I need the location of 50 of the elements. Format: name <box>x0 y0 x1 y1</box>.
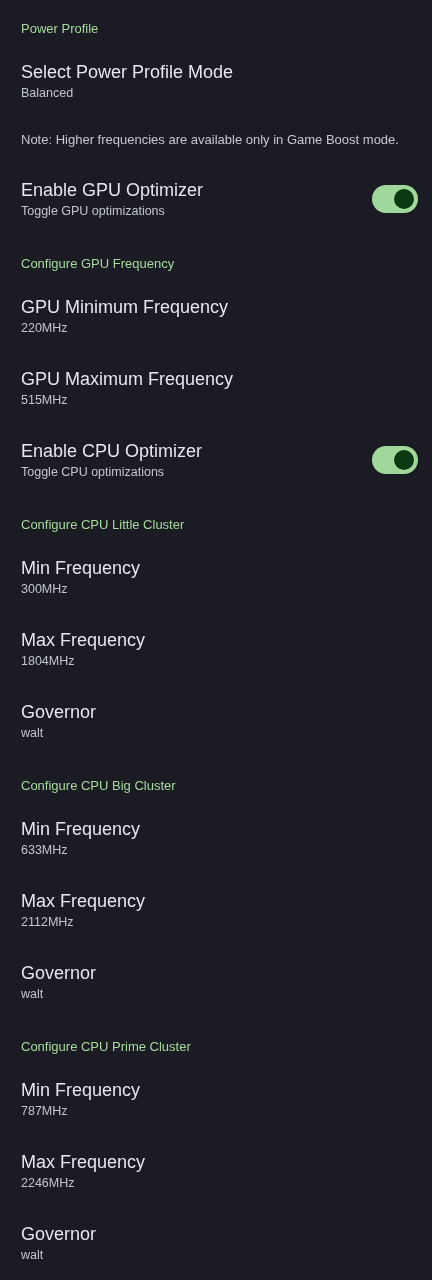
preference-summary: 633MHz <box>21 842 69 859</box>
section-header: Configure CPU Little Cluster <box>20 516 186 534</box>
preference-item[interactable]: Min Frequency 787MHz <box>0 1063 432 1135</box>
preference-summary: 300MHz <box>21 581 69 598</box>
preference-title: Max Frequency <box>21 1151 147 1174</box>
section-header: Configure GPU Frequency <box>20 255 176 273</box>
preference-title: GPU Minimum Frequency <box>21 296 230 319</box>
section-header: Configure CPU Big Cluster <box>20 777 177 795</box>
preference-title: Enable GPU Optimizer <box>21 179 205 202</box>
preference-item[interactable]: Select Power Profile Mode Balanced <box>0 45 432 117</box>
preference-summary: 515MHz <box>21 392 69 409</box>
preference-title: GPU Maximum Frequency <box>21 368 235 391</box>
toggle-switch[interactable] <box>372 446 418 474</box>
preference-title: Max Frequency <box>21 890 147 913</box>
preference-item[interactable]: GPU Minimum Frequency 220MHz <box>0 280 432 352</box>
preference-summary: 1804MHz <box>21 653 76 670</box>
preference-title: Max Frequency <box>21 629 147 652</box>
preference-item[interactable]: Max Frequency 1804MHz <box>0 613 432 685</box>
preference-item[interactable]: Min Frequency 633MHz <box>0 802 432 874</box>
preference-title: Governor <box>21 701 98 724</box>
preference-title: Governor <box>21 962 98 985</box>
preference-summary: Toggle CPU optimizations <box>21 464 166 481</box>
preference-title: Enable CPU Optimizer <box>21 440 204 463</box>
preference-summary: walt <box>21 1247 45 1264</box>
preference-summary: 220MHz <box>21 320 69 337</box>
section-header: Power Profile <box>20 20 100 38</box>
preference-summary: Balanced <box>21 85 75 102</box>
toggle-switch[interactable] <box>372 185 418 213</box>
preference-item[interactable]: Min Frequency 300MHz <box>0 541 432 613</box>
preference-item[interactable]: Max Frequency 2246MHz <box>0 1135 432 1207</box>
preference-summary: 787MHz <box>21 1103 69 1120</box>
preference-title: Governor <box>21 1223 98 1246</box>
preference-summary: Toggle GPU optimizations <box>21 203 166 220</box>
preference-summary: 2112MHz <box>21 914 75 931</box>
preference-title: Min Frequency <box>21 557 142 580</box>
preference-item[interactable]: GPU Maximum Frequency 515MHz <box>0 352 432 424</box>
section-header: Configure CPU Prime Cluster <box>20 1038 192 1056</box>
preference-item[interactable]: Governor walt <box>0 685 432 757</box>
preference-item[interactable]: Governor walt <box>0 1207 432 1279</box>
preference-summary: 2246MHz <box>21 1175 76 1192</box>
preference-title: Select Power Profile Mode <box>21 61 235 84</box>
preference-item[interactable]: Enable CPU Optimizer Toggle CPU optimizations <box>0 424 432 496</box>
preference-title: Min Frequency <box>21 818 142 841</box>
preference-summary: walt <box>21 986 45 1003</box>
preference-item[interactable]: Enable GPU Optimizer Toggle GPU optimizations <box>0 163 432 235</box>
preference-summary: walt <box>21 725 45 742</box>
note-text: Note: Higher frequencies are available only in Game Boost mode. <box>20 131 400 149</box>
preference-item[interactable]: Governor walt <box>0 946 432 1018</box>
preference-item[interactable]: Max Frequency 2112MHz <box>0 874 432 946</box>
preference-title: Min Frequency <box>21 1079 142 1102</box>
